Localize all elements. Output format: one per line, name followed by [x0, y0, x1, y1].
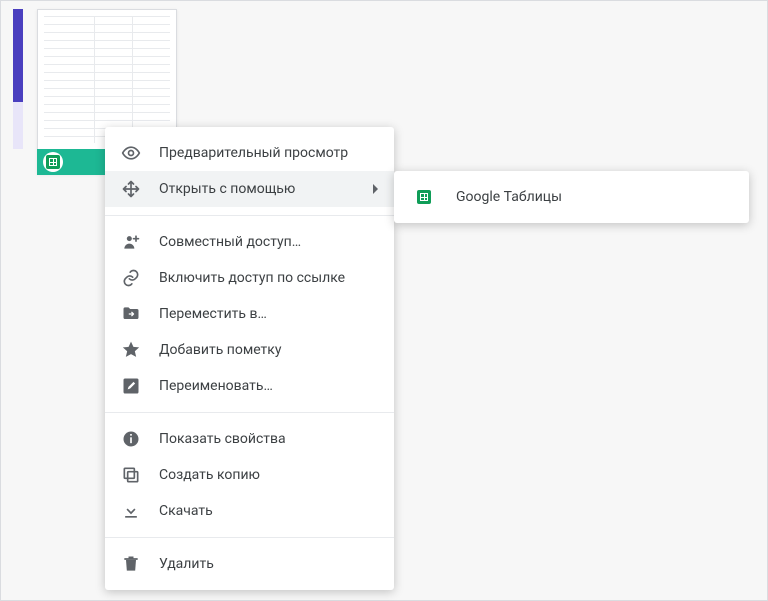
menu-divider [105, 537, 394, 538]
file-type-badge [43, 152, 63, 172]
sheets-icon [414, 187, 434, 207]
menu-item-make-copy[interactable]: Создать копию [105, 457, 394, 493]
eye-icon [121, 143, 141, 163]
move-arrows-icon [121, 179, 141, 199]
copy-icon [121, 465, 141, 485]
menu-item-rename[interactable]: Переименовать… [105, 368, 394, 404]
menu-item-label: Включить доступ по ссылке [159, 270, 378, 286]
submenu-item-label[interactable]: Google Таблицы [456, 189, 562, 205]
menu-item-open-with[interactable]: Открыть с помощью [105, 171, 394, 207]
menu-item-label: Переместить в… [159, 306, 378, 322]
download-icon [121, 501, 141, 521]
menu-item-label: Создать копию [159, 467, 378, 483]
star-icon [121, 340, 141, 360]
menu-item-preview[interactable]: Предварительный просмотр [105, 135, 394, 171]
folder-arrow-icon [121, 304, 141, 324]
menu-item-label: Удалить [159, 556, 378, 572]
scroll-indicator [13, 9, 23, 149]
trash-icon [121, 554, 141, 574]
menu-item-label: Предварительный просмотр [159, 145, 378, 161]
menu-item-label: Показать свойства [159, 431, 378, 447]
thumbnail-preview [44, 16, 170, 143]
rename-icon [121, 376, 141, 396]
menu-item-label: Скачать [159, 503, 378, 519]
menu-item-details[interactable]: Показать свойства [105, 421, 394, 457]
menu-item-share[interactable]: Совместный доступ… [105, 224, 394, 260]
menu-divider [105, 215, 394, 216]
scroll-segment-active [13, 9, 23, 102]
sheets-icon [46, 155, 60, 169]
info-icon [121, 429, 141, 449]
menu-item-move-to[interactable]: Переместить в… [105, 296, 394, 332]
link-icon [121, 268, 141, 288]
person-plus-icon [121, 232, 141, 252]
menu-item-label: Переименовать… [159, 378, 378, 394]
scroll-segment [13, 102, 23, 149]
menu-item-label: Добавить пометку [159, 342, 378, 358]
menu-divider [105, 412, 394, 413]
menu-item-delete[interactable]: Удалить [105, 546, 394, 582]
menu-item-label: Открыть с помощью [159, 181, 365, 197]
menu-item-download[interactable]: Скачать [105, 493, 394, 529]
open-with-submenu: Google Таблицы [394, 171, 749, 223]
chevron-right-icon [373, 184, 378, 194]
drive-canvas: Предварительный просмотр Открыть с помощ… [0, 0, 768, 601]
context-menu: Предварительный просмотр Открыть с помощ… [105, 127, 394, 590]
menu-item-add-star[interactable]: Добавить пометку [105, 332, 394, 368]
menu-item-get-link[interactable]: Включить доступ по ссылке [105, 260, 394, 296]
menu-item-label: Совместный доступ… [159, 234, 378, 250]
